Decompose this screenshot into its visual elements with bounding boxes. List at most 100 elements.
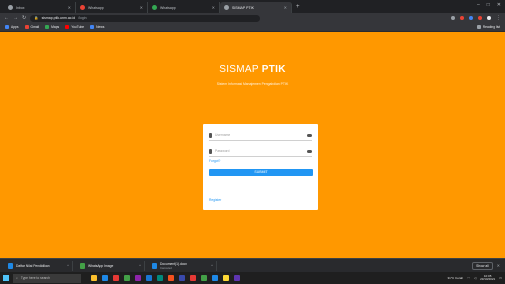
maximize-icon[interactable]: □ <box>487 2 490 8</box>
taskbar-app-icon[interactable] <box>91 275 97 281</box>
keyboard-icon <box>307 133 312 137</box>
gmail-icon <box>24 25 29 29</box>
bookmark-youtube[interactable]: YouTube <box>65 25 84 29</box>
browser-tab-active[interactable]: SISMAP PTIK ✕ <box>220 2 292 13</box>
close-downloads-icon[interactable]: ✕ <box>497 263 500 268</box>
chevron-up-icon[interactable]: ^ <box>139 263 141 268</box>
submit-button[interactable]: SUBMIT <box>209 169 313 176</box>
app-title-part2: PTIK <box>261 64 286 75</box>
weather-widget[interactable]: 31°C Cerah <box>447 276 463 280</box>
download-text: Document(1).docx Canceled <box>160 262 208 270</box>
bookmark-news[interactable]: News <box>90 25 104 29</box>
browser-tab[interactable]: Inbox ✕ <box>4 2 76 13</box>
username-field[interactable]: Username <box>209 130 312 141</box>
taskbar-app-icon[interactable] <box>223 275 229 281</box>
bookmark-label: Apps <box>11 25 19 29</box>
back-icon[interactable]: ← <box>4 15 9 21</box>
address-bar[interactable]: 🔒 sismap.ptik.unm.ac.id /login <box>30 14 261 22</box>
bookmarks-bar: Apps Gmail Maps YouTube News Reading lis… <box>0 23 505 32</box>
login-card: Username Password Forgot? SUBMIT Registe… <box>203 124 318 210</box>
volume-icon[interactable]: ◁ <box>474 276 476 280</box>
taskbar-app-icon[interactable] <box>135 275 141 281</box>
browser-tab[interactable]: Whatsapp ✕ <box>148 2 220 13</box>
taskbar-app-icon[interactable] <box>179 275 185 281</box>
tab-label: Whatsapp <box>88 5 104 10</box>
app-title-part1: SISMAP <box>219 64 259 75</box>
download-text: WhatsApp Image <box>88 264 136 268</box>
bookmark-maps[interactable]: Maps <box>45 25 59 29</box>
password-field[interactable]: Password <box>209 146 312 157</box>
extension-icon[interactable] <box>478 16 482 20</box>
extension-icon[interactable] <box>469 16 473 20</box>
window-controls: – □ ✕ <box>477 2 501 8</box>
new-tab-button[interactable]: + <box>296 4 300 10</box>
register-link[interactable]: Register <box>209 198 221 202</box>
bookmark-label: News <box>96 25 105 29</box>
profile-avatar-icon[interactable] <box>487 16 491 20</box>
menu-kebab-icon[interactable]: ⋮ <box>496 15 501 21</box>
file-icon <box>152 262 157 269</box>
show-all-downloads-button[interactable]: Show all <box>472 261 493 270</box>
tab-favicon-icon <box>224 5 229 10</box>
chevron-up-icon[interactable]: ^ <box>67 263 69 268</box>
search-icon: ⌕ <box>16 276 18 280</box>
taskbar-app-icon[interactable] <box>146 275 152 281</box>
taskbar-app-icons <box>91 275 240 281</box>
taskbar-app-icon[interactable] <box>234 275 240 281</box>
tab-label: SISMAP PTIK <box>232 5 254 10</box>
close-tab-icon[interactable]: ✕ <box>212 5 215 10</box>
tab-label: Inbox <box>16 5 25 10</box>
download-item[interactable]: Daftar Nilai Pendidikan ^ <box>5 260 73 271</box>
download-name: WhatsApp Image <box>88 263 114 268</box>
taskbar-app-icon[interactable] <box>124 275 130 281</box>
password-placeholder: Password <box>215 149 230 153</box>
notifications-icon[interactable]: ▭ <box>499 276 502 280</box>
youtube-icon <box>65 25 70 29</box>
chevron-up-icon[interactable]: ^ <box>211 263 213 268</box>
url-host: sismap.ptik.unm.ac.id <box>41 16 76 20</box>
browser-tab[interactable]: Whatsapp ✕ <box>76 2 148 13</box>
taskbar-app-icon[interactable] <box>168 275 174 281</box>
browser-toolbar: ← → ↻ 🔒 sismap.ptik.unm.ac.id /login ⋮ <box>0 13 505 23</box>
close-tab-icon[interactable]: ✕ <box>68 5 71 10</box>
forward-icon[interactable]: → <box>13 15 18 21</box>
extension-icons: ⋮ <box>451 15 501 21</box>
taskbar-app-icon[interactable] <box>190 275 196 281</box>
clock[interactable]: 10:05 23/10/2021 <box>480 274 496 282</box>
taskbar-search-box[interactable]: ⌕ Type here to search <box>13 273 81 283</box>
taskbar-app-icon[interactable] <box>212 275 218 281</box>
bookmark-gmail[interactable]: Gmail <box>24 25 39 29</box>
taskbar-app-icon[interactable] <box>157 275 163 281</box>
lock-icon: 🔒 <box>34 16 39 20</box>
reading-list-button[interactable]: Reading list <box>476 25 500 29</box>
windows-taskbar: ⌕ Type here to search 31°C Cerah ◠ ◁ 10:… <box>0 272 505 284</box>
file-icon <box>8 262 13 269</box>
app-title: SISMAP PTIK <box>0 64 505 75</box>
taskbar-app-icon[interactable] <box>201 275 207 281</box>
download-item[interactable]: WhatsApp Image ^ <box>77 260 145 271</box>
extension-icon[interactable] <box>451 16 455 20</box>
download-name: Daftar Nilai Pendidikan <box>16 263 50 268</box>
tab-favicon-icon <box>152 5 157 10</box>
download-item[interactable]: Document(1).docx Canceled ^ <box>149 260 217 271</box>
close-window-icon[interactable]: ✕ <box>497 2 501 8</box>
url-path: /login <box>78 16 87 20</box>
forgot-password-link[interactable]: Forgot? <box>209 159 312 163</box>
search-placeholder: Type here to search <box>20 276 50 280</box>
bookmark-apps[interactable]: Apps <box>5 25 19 29</box>
reading-list-label: Reading list <box>482 25 500 29</box>
clock-date: 23/10/2021 <box>480 277 496 281</box>
network-icon[interactable]: ◠ <box>467 276 470 280</box>
taskbar-app-icon[interactable] <box>102 275 108 281</box>
news-icon <box>90 25 95 29</box>
close-tab-icon[interactable]: ✕ <box>284 5 287 10</box>
extension-icon[interactable] <box>460 16 464 20</box>
system-tray: 31°C Cerah ◠ ◁ 10:05 23/10/2021 ▭ <box>447 274 502 282</box>
taskbar-app-icon[interactable] <box>113 275 119 281</box>
minimize-icon[interactable]: – <box>477 2 480 8</box>
reload-icon[interactable]: ↻ <box>22 15 26 21</box>
windows-start-icon[interactable] <box>3 275 9 281</box>
close-tab-icon[interactable]: ✕ <box>140 5 143 10</box>
reading-list-icon <box>476 25 481 29</box>
show-password-icon[interactable] <box>307 149 312 153</box>
